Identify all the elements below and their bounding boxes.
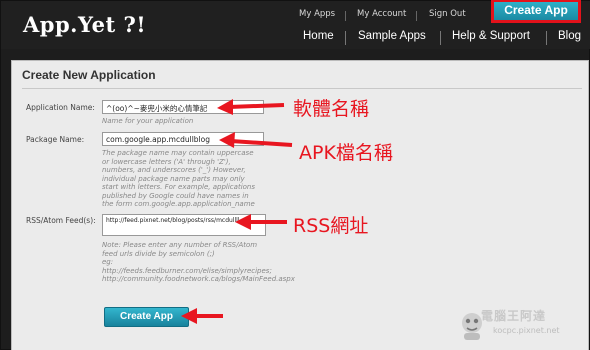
watermark: 電腦王阿達 kocpc.pixnet.net	[459, 303, 587, 349]
watermark-url: kocpc.pixnet.net	[493, 326, 560, 335]
annotation-feeds: RSS網址	[293, 215, 369, 237]
watermark-text: 電腦王阿達	[481, 309, 547, 323]
arrow-create-app	[181, 308, 223, 324]
annotation-arrows	[181, 99, 293, 324]
arrow-app-name	[217, 99, 285, 115]
arrow-package-name	[219, 132, 293, 148]
annotation-app-name: 軟體名稱	[293, 98, 370, 120]
annotation-package-name: APK檔名稱	[299, 142, 393, 164]
arrow-feeds	[235, 214, 287, 230]
app-window: App.Yet ?! My Apps My Account Sign Out C…	[0, 0, 590, 350]
